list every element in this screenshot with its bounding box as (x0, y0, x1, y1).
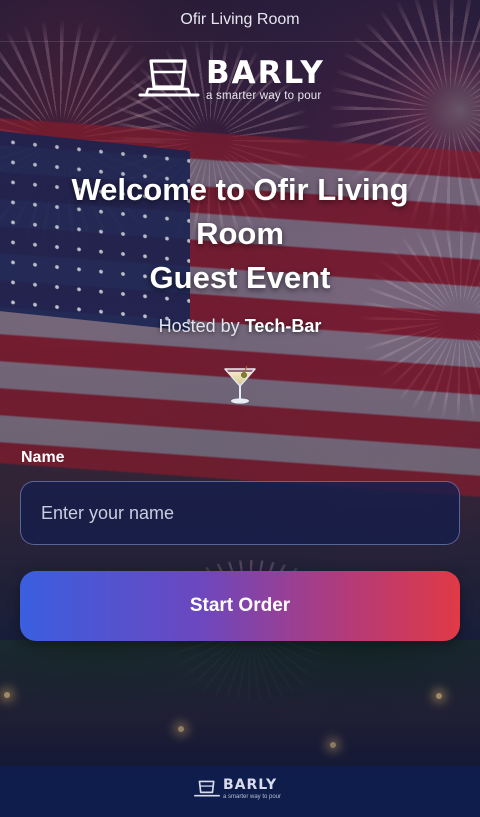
start-order-button[interactable]: Start Order (20, 571, 460, 641)
window-title: Ofir Living Room (0, 0, 480, 42)
footer-logo: BARLY a smarter way to pour (194, 777, 294, 804)
footer: BARLY a smarter way to pour (0, 766, 480, 817)
host-name: Tech-Bar (244, 316, 322, 336)
event-title-line: Room (196, 216, 284, 251)
martini-glass-icon (224, 365, 256, 404)
name-label: Name (21, 449, 65, 466)
name-input[interactable] (20, 481, 460, 545)
event-title: Welcome to Ofir Living Room Guest Event (40, 168, 440, 300)
footer-brand: BARLY (223, 777, 278, 793)
glass-on-tray-icon (138, 59, 200, 97)
hosted-by-prefix: Hosted by (158, 316, 240, 336)
event-title-line: Welcome to Ofir Living (71, 172, 409, 207)
hosted-by-text: Hosted by Tech-Bar (0, 316, 480, 337)
event-title-line: Guest Event (149, 260, 331, 295)
footer-tagline: a smarter way to pour (223, 794, 282, 800)
glass-on-tray-icon (194, 780, 220, 797)
barly-logo: BARLY a smarter way to pour (138, 55, 348, 105)
brand-name: BARLY (206, 55, 325, 91)
brand-tagline: a smarter way to pour (206, 90, 322, 102)
